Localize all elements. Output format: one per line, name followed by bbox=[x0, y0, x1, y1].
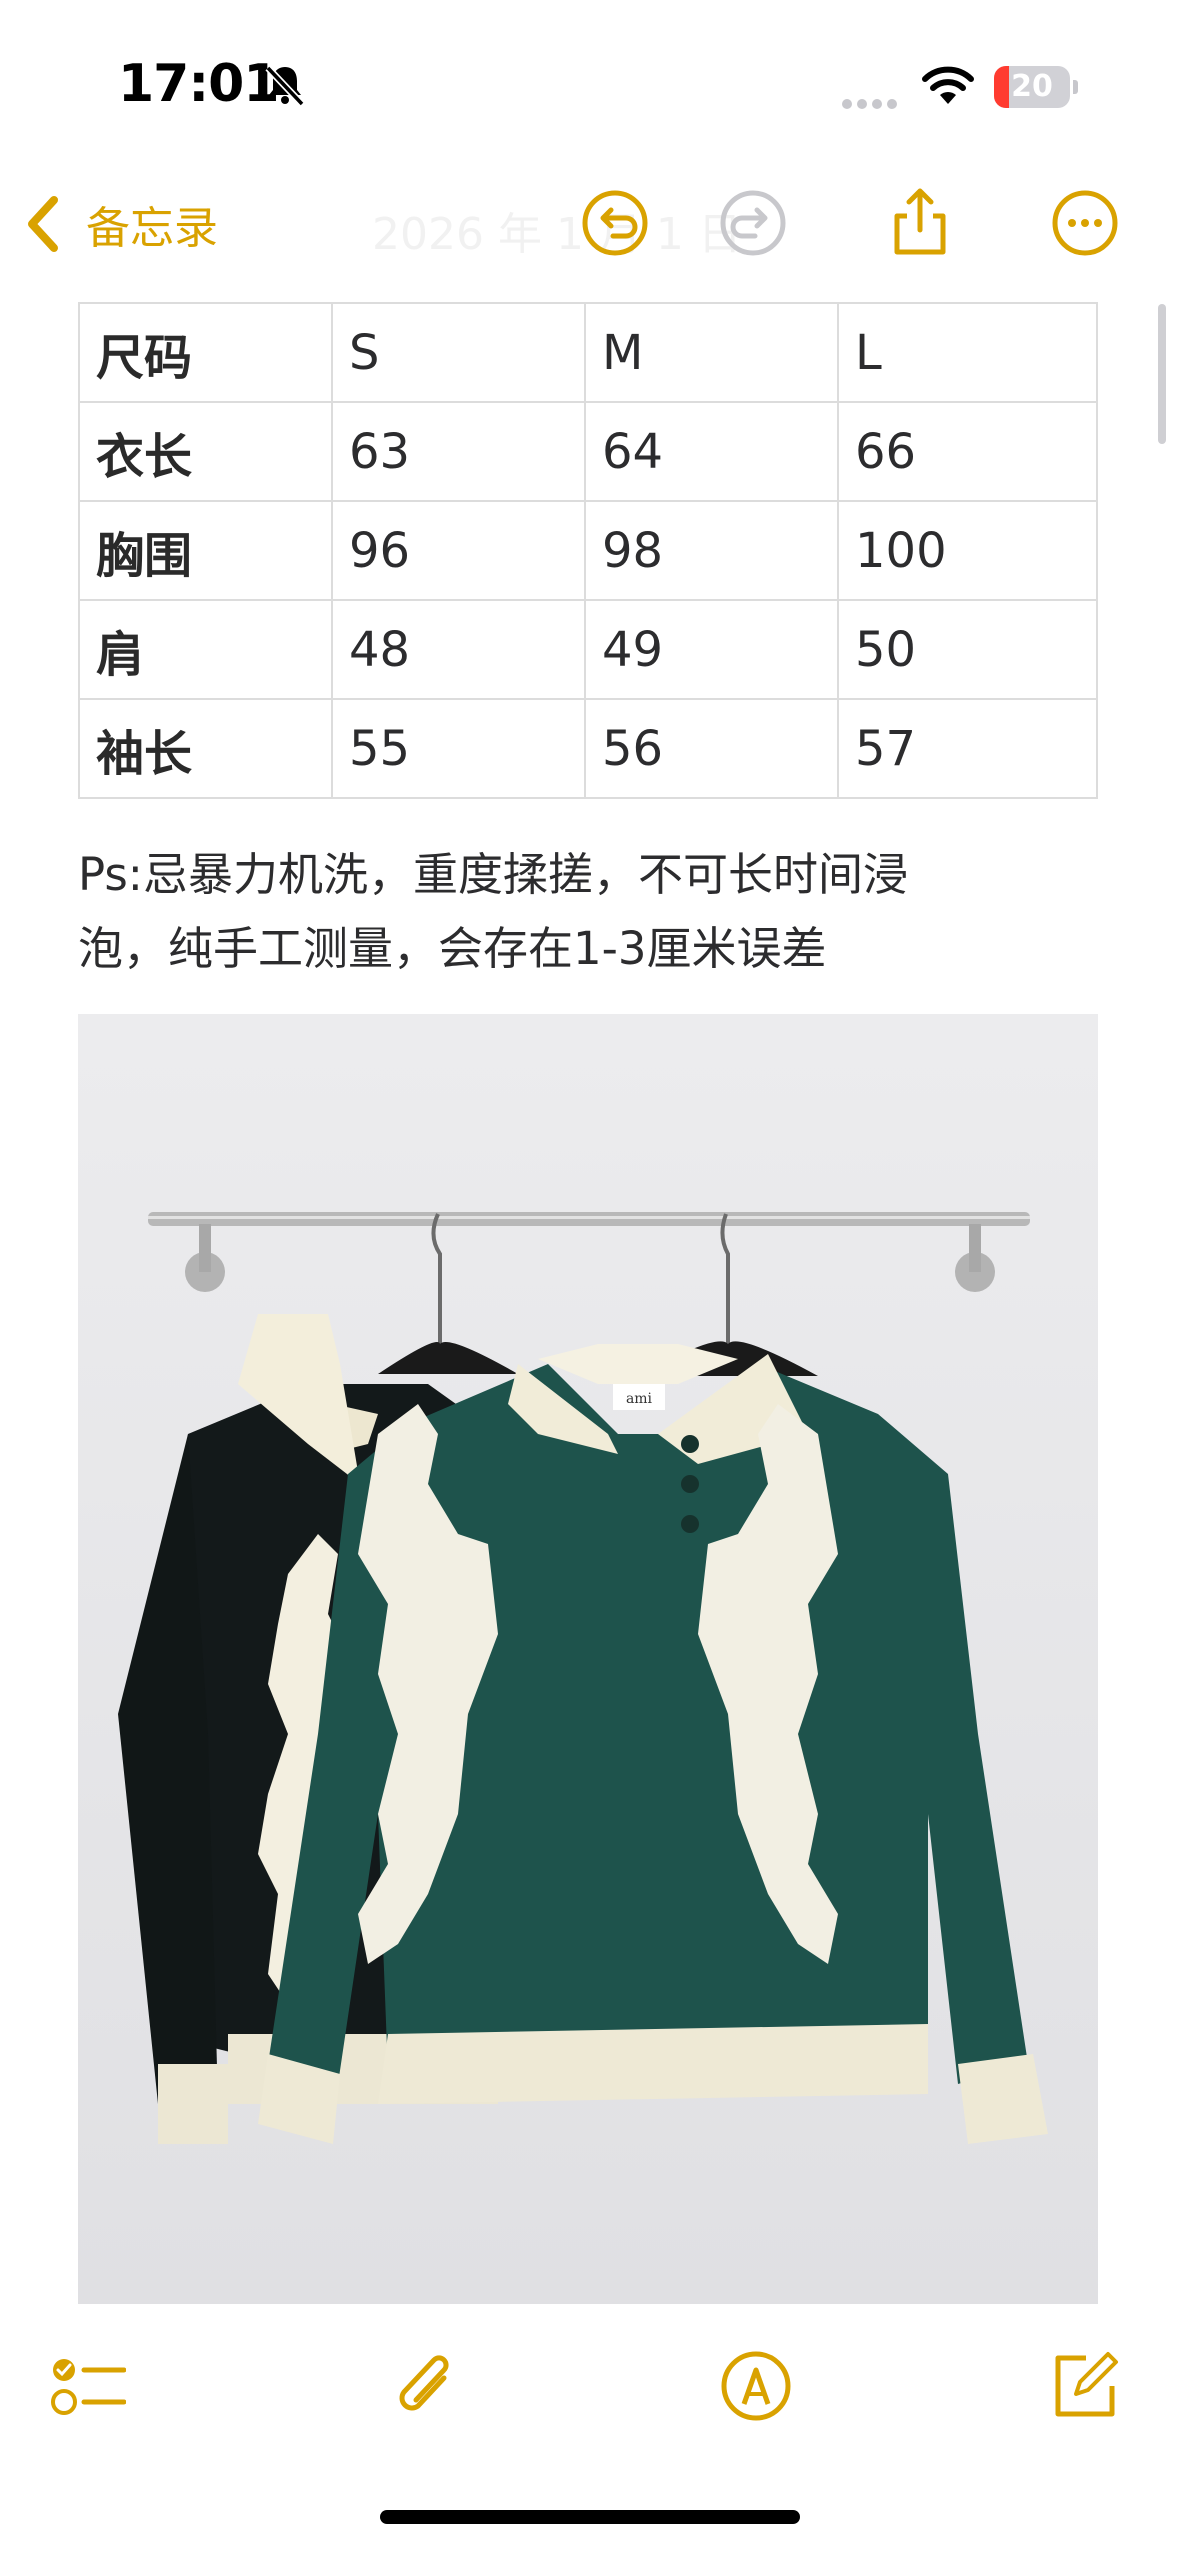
table-cell: 96 bbox=[331, 500, 586, 601]
table-cell: 48 bbox=[331, 599, 586, 700]
table-cell: 衣长 bbox=[78, 401, 333, 502]
table-cell: 63 bbox=[331, 401, 586, 502]
battery-icon: 20 bbox=[994, 66, 1078, 108]
brand-label: ami bbox=[626, 1391, 653, 1407]
signal-dots-icon bbox=[842, 94, 904, 109]
table-cell: 55 bbox=[331, 698, 586, 799]
sweater-illustration: ami bbox=[78, 1014, 1098, 2304]
table-row: 胸围 96 98 100 bbox=[78, 500, 1098, 601]
table-cell: S bbox=[331, 302, 586, 403]
chevron-left-icon bbox=[28, 196, 58, 252]
sweater-photo[interactable]: ami bbox=[78, 1014, 1098, 2304]
checklist-icon[interactable] bbox=[50, 2348, 126, 2424]
more-icon[interactable] bbox=[1050, 188, 1120, 258]
markup-pen-icon[interactable] bbox=[718, 2348, 794, 2424]
table-cell: 49 bbox=[584, 599, 839, 700]
size-table: 尺码 S M L 衣长 63 64 66 胸围 96 98 100 肩 48 4… bbox=[78, 302, 1098, 799]
table-cell: 98 bbox=[584, 500, 839, 601]
share-icon[interactable] bbox=[885, 188, 955, 258]
note-line: 泡，纯手工测量，会存在1-3厘米误差 bbox=[78, 922, 827, 975]
back-button[interactable]: 备忘录 bbox=[24, 194, 218, 254]
table-cell: 尺码 bbox=[78, 302, 333, 403]
compose-icon[interactable] bbox=[1046, 2348, 1122, 2424]
table-cell: 50 bbox=[837, 599, 1098, 700]
redo-icon[interactable] bbox=[718, 188, 788, 258]
table-row: 肩 48 49 50 bbox=[78, 599, 1098, 700]
note-text[interactable]: Ps:忌暴力机洗，重度揉搓，不可长时间浸 泡，纯手工测量，会存在1-3厘米误差 bbox=[78, 838, 1108, 986]
table-cell: 64 bbox=[584, 401, 839, 502]
undo-icon[interactable] bbox=[580, 188, 650, 258]
note-title: 2026 年 1 月 1 日 bbox=[372, 209, 742, 260]
note-line: Ps:忌暴力机洗，重度揉搓，不可长时间浸 bbox=[78, 848, 908, 901]
table-cell: 66 bbox=[837, 401, 1098, 502]
table-cell: 胸围 bbox=[78, 500, 333, 601]
table-cell: 袖长 bbox=[78, 698, 333, 799]
back-label: 备忘录 bbox=[86, 203, 218, 254]
table-header-row: 尺码 S M L bbox=[78, 302, 1098, 403]
table-cell: M bbox=[584, 302, 839, 403]
table-cell: 57 bbox=[837, 698, 1098, 799]
status-bar: 17:01 20 bbox=[0, 0, 1179, 150]
table-cell: 100 bbox=[837, 500, 1098, 601]
table-row: 衣长 63 64 66 bbox=[78, 401, 1098, 502]
bottom-toolbar bbox=[0, 2330, 1179, 2440]
wifi-icon bbox=[922, 66, 974, 104]
battery-level: 20 bbox=[1011, 69, 1053, 104]
scroll-indicator[interactable] bbox=[1158, 304, 1166, 444]
paperclip-icon[interactable] bbox=[388, 2348, 464, 2424]
table-row: 袖长 55 56 57 bbox=[78, 698, 1098, 799]
table-cell: 肩 bbox=[78, 599, 333, 700]
table-cell: L bbox=[837, 302, 1098, 403]
home-indicator[interactable] bbox=[380, 2510, 800, 2524]
navigation-bar: 备忘录 2026 年 1 月 1 日 bbox=[0, 170, 1179, 280]
table-cell: 56 bbox=[584, 698, 839, 799]
bell-slash-icon bbox=[265, 65, 305, 107]
status-time: 17:01 bbox=[118, 54, 280, 114]
